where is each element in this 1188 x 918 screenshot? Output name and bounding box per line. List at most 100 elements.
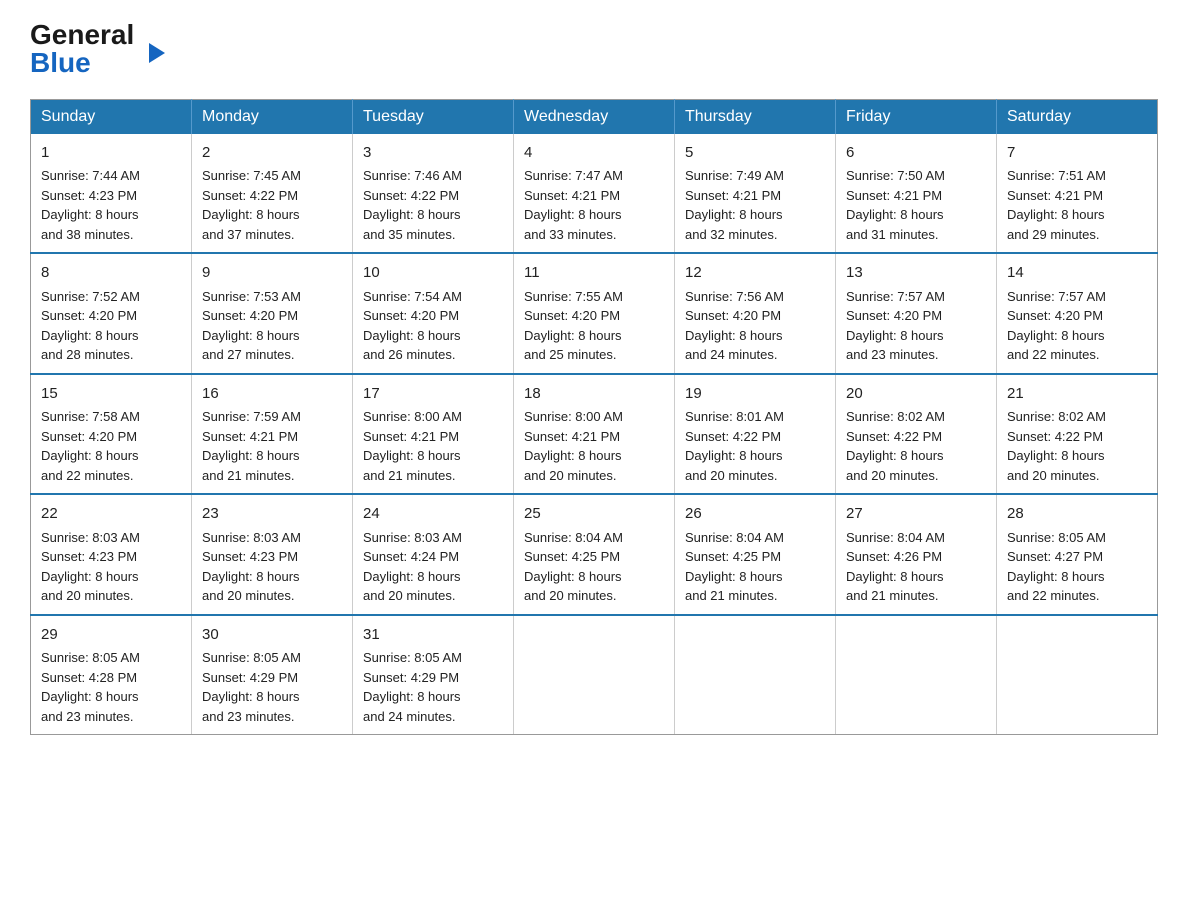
calendar-day-cell: 3 Sunrise: 7:46 AM Sunset: 4:22 PM Dayli…: [353, 134, 514, 254]
calendar-day-cell: 19 Sunrise: 8:01 AM Sunset: 4:22 PM Dayl…: [675, 374, 836, 495]
day-info: Sunrise: 7:58 AM Sunset: 4:20 PM Dayligh…: [41, 407, 181, 485]
logo-blue-text: Blue: [30, 47, 91, 79]
day-info: Sunrise: 8:05 AM Sunset: 4:29 PM Dayligh…: [363, 648, 503, 726]
calendar-day-cell: 4 Sunrise: 7:47 AM Sunset: 4:21 PM Dayli…: [514, 134, 675, 254]
weekday-header-wednesday: Wednesday: [514, 99, 675, 134]
calendar-day-cell: 1 Sunrise: 7:44 AM Sunset: 4:23 PM Dayli…: [31, 134, 192, 254]
day-number: 9: [202, 262, 342, 285]
day-info: Sunrise: 7:44 AM Sunset: 4:23 PM Dayligh…: [41, 166, 181, 244]
day-info: Sunrise: 7:55 AM Sunset: 4:20 PM Dayligh…: [524, 287, 664, 365]
day-info: Sunrise: 7:54 AM Sunset: 4:20 PM Dayligh…: [363, 287, 503, 365]
logo: General Blue: [30, 20, 147, 79]
day-number: 31: [363, 624, 503, 647]
calendar-day-cell: 24 Sunrise: 8:03 AM Sunset: 4:24 PM Dayl…: [353, 494, 514, 615]
day-info: Sunrise: 8:01 AM Sunset: 4:22 PM Dayligh…: [685, 407, 825, 485]
day-number: 29: [41, 624, 181, 647]
day-info: Sunrise: 7:46 AM Sunset: 4:22 PM Dayligh…: [363, 166, 503, 244]
day-info: Sunrise: 8:05 AM Sunset: 4:27 PM Dayligh…: [1007, 528, 1147, 606]
calendar-empty-cell: [997, 615, 1158, 735]
calendar-day-cell: 13 Sunrise: 7:57 AM Sunset: 4:20 PM Dayl…: [836, 253, 997, 374]
calendar-day-cell: 12 Sunrise: 7:56 AM Sunset: 4:20 PM Dayl…: [675, 253, 836, 374]
calendar-week-row: 29 Sunrise: 8:05 AM Sunset: 4:28 PM Dayl…: [31, 615, 1158, 735]
day-number: 12: [685, 262, 825, 285]
calendar-day-cell: 31 Sunrise: 8:05 AM Sunset: 4:29 PM Dayl…: [353, 615, 514, 735]
calendar-empty-cell: [836, 615, 997, 735]
calendar-day-cell: 25 Sunrise: 8:04 AM Sunset: 4:25 PM Dayl…: [514, 494, 675, 615]
day-info: Sunrise: 8:04 AM Sunset: 4:25 PM Dayligh…: [685, 528, 825, 606]
day-number: 14: [1007, 262, 1147, 285]
day-info: Sunrise: 7:57 AM Sunset: 4:20 PM Dayligh…: [846, 287, 986, 365]
day-number: 23: [202, 503, 342, 526]
day-number: 10: [363, 262, 503, 285]
day-info: Sunrise: 7:53 AM Sunset: 4:20 PM Dayligh…: [202, 287, 342, 365]
day-info: Sunrise: 8:03 AM Sunset: 4:23 PM Dayligh…: [41, 528, 181, 606]
calendar-day-cell: 23 Sunrise: 8:03 AM Sunset: 4:23 PM Dayl…: [192, 494, 353, 615]
weekday-header-tuesday: Tuesday: [353, 99, 514, 134]
calendar-day-cell: 29 Sunrise: 8:05 AM Sunset: 4:28 PM Dayl…: [31, 615, 192, 735]
day-number: 21: [1007, 383, 1147, 406]
calendar-day-cell: 5 Sunrise: 7:49 AM Sunset: 4:21 PM Dayli…: [675, 134, 836, 254]
calendar-week-row: 1 Sunrise: 7:44 AM Sunset: 4:23 PM Dayli…: [31, 134, 1158, 254]
day-number: 6: [846, 142, 986, 165]
day-number: 11: [524, 262, 664, 285]
calendar-day-cell: 21 Sunrise: 8:02 AM Sunset: 4:22 PM Dayl…: [997, 374, 1158, 495]
day-info: Sunrise: 8:05 AM Sunset: 4:29 PM Dayligh…: [202, 648, 342, 726]
day-number: 18: [524, 383, 664, 406]
calendar-day-cell: 27 Sunrise: 8:04 AM Sunset: 4:26 PM Dayl…: [836, 494, 997, 615]
calendar-table: SundayMondayTuesdayWednesdayThursdayFrid…: [30, 99, 1158, 736]
day-number: 15: [41, 383, 181, 406]
day-info: Sunrise: 8:02 AM Sunset: 4:22 PM Dayligh…: [846, 407, 986, 485]
day-number: 1: [41, 142, 181, 165]
day-number: 2: [202, 142, 342, 165]
weekday-header-saturday: Saturday: [997, 99, 1158, 134]
day-number: 28: [1007, 503, 1147, 526]
day-number: 19: [685, 383, 825, 406]
day-info: Sunrise: 7:49 AM Sunset: 4:21 PM Dayligh…: [685, 166, 825, 244]
calendar-day-cell: 11 Sunrise: 7:55 AM Sunset: 4:20 PM Dayl…: [514, 253, 675, 374]
day-info: Sunrise: 7:45 AM Sunset: 4:22 PM Dayligh…: [202, 166, 342, 244]
calendar-day-cell: 22 Sunrise: 8:03 AM Sunset: 4:23 PM Dayl…: [31, 494, 192, 615]
calendar-day-cell: 18 Sunrise: 8:00 AM Sunset: 4:21 PM Dayl…: [514, 374, 675, 495]
day-number: 27: [846, 503, 986, 526]
logo-general-text: General: [30, 19, 134, 50]
weekday-header-sunday: Sunday: [31, 99, 192, 134]
day-info: Sunrise: 8:03 AM Sunset: 4:23 PM Dayligh…: [202, 528, 342, 606]
calendar-day-cell: 9 Sunrise: 7:53 AM Sunset: 4:20 PM Dayli…: [192, 253, 353, 374]
calendar-day-cell: 8 Sunrise: 7:52 AM Sunset: 4:20 PM Dayli…: [31, 253, 192, 374]
calendar-week-row: 22 Sunrise: 8:03 AM Sunset: 4:23 PM Dayl…: [31, 494, 1158, 615]
weekday-header-thursday: Thursday: [675, 99, 836, 134]
calendar-day-cell: 20 Sunrise: 8:02 AM Sunset: 4:22 PM Dayl…: [836, 374, 997, 495]
calendar-day-cell: 28 Sunrise: 8:05 AM Sunset: 4:27 PM Dayl…: [997, 494, 1158, 615]
day-info: Sunrise: 8:04 AM Sunset: 4:25 PM Dayligh…: [524, 528, 664, 606]
calendar-day-cell: 14 Sunrise: 7:57 AM Sunset: 4:20 PM Dayl…: [997, 253, 1158, 374]
day-number: 16: [202, 383, 342, 406]
calendar-day-cell: 7 Sunrise: 7:51 AM Sunset: 4:21 PM Dayli…: [997, 134, 1158, 254]
day-info: Sunrise: 7:50 AM Sunset: 4:21 PM Dayligh…: [846, 166, 986, 244]
calendar-empty-cell: [675, 615, 836, 735]
calendar-week-row: 15 Sunrise: 7:58 AM Sunset: 4:20 PM Dayl…: [31, 374, 1158, 495]
calendar-day-cell: 15 Sunrise: 7:58 AM Sunset: 4:20 PM Dayl…: [31, 374, 192, 495]
day-number: 22: [41, 503, 181, 526]
day-number: 13: [846, 262, 986, 285]
day-info: Sunrise: 8:02 AM Sunset: 4:22 PM Dayligh…: [1007, 407, 1147, 485]
calendar-day-cell: 26 Sunrise: 8:04 AM Sunset: 4:25 PM Dayl…: [675, 494, 836, 615]
day-number: 24: [363, 503, 503, 526]
day-info: Sunrise: 7:51 AM Sunset: 4:21 PM Dayligh…: [1007, 166, 1147, 244]
day-info: Sunrise: 8:05 AM Sunset: 4:28 PM Dayligh…: [41, 648, 181, 726]
calendar-day-cell: 10 Sunrise: 7:54 AM Sunset: 4:20 PM Dayl…: [353, 253, 514, 374]
calendar-day-cell: 2 Sunrise: 7:45 AM Sunset: 4:22 PM Dayli…: [192, 134, 353, 254]
calendar-header-row: SundayMondayTuesdayWednesdayThursdayFrid…: [31, 99, 1158, 134]
page-header: General Blue: [30, 20, 1158, 79]
calendar-day-cell: 16 Sunrise: 7:59 AM Sunset: 4:21 PM Dayl…: [192, 374, 353, 495]
day-number: 20: [846, 383, 986, 406]
day-number: 7: [1007, 142, 1147, 165]
calendar-day-cell: 6 Sunrise: 7:50 AM Sunset: 4:21 PM Dayli…: [836, 134, 997, 254]
day-info: Sunrise: 8:00 AM Sunset: 4:21 PM Dayligh…: [363, 407, 503, 485]
calendar-week-row: 8 Sunrise: 7:52 AM Sunset: 4:20 PM Dayli…: [31, 253, 1158, 374]
weekday-header-friday: Friday: [836, 99, 997, 134]
weekday-header-monday: Monday: [192, 99, 353, 134]
day-number: 30: [202, 624, 342, 647]
calendar-empty-cell: [514, 615, 675, 735]
day-number: 8: [41, 262, 181, 285]
day-info: Sunrise: 8:04 AM Sunset: 4:26 PM Dayligh…: [846, 528, 986, 606]
